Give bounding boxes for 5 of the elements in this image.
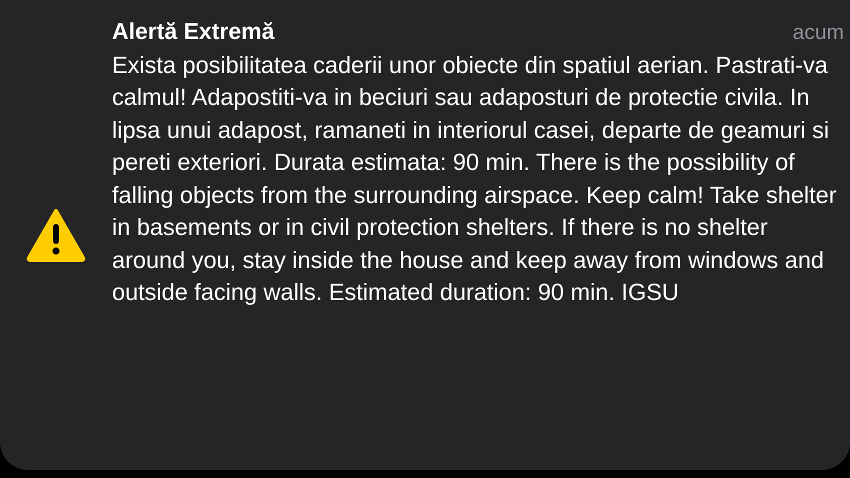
warning-icon [26,208,86,262]
alert-message: Exista posibilitatea caderii unor obiecte din spatiul aerian. Pastrati-va calmul! Adapostiti-va in beciuri sau adaposturi de protectie civila. In lipsa unui adapost, ramaneti in interiorul casei, departe de geamuri si pereti exteriori. Durata estimata: 90 min. There is the possibility of falling objects from the surrounding airspace. Keep calm! Take shelter in basements or in civil protection shelters. If there is no shelter around you, stay inside the house and keep away from windows and outside facing walls. Estimated duration: 90 min. IGSU [112,50,838,307]
timestamp: acum [792,20,844,46]
alert-title: Alertă Extremă [112,17,274,46]
notification-card[interactable] [0,0,850,470]
